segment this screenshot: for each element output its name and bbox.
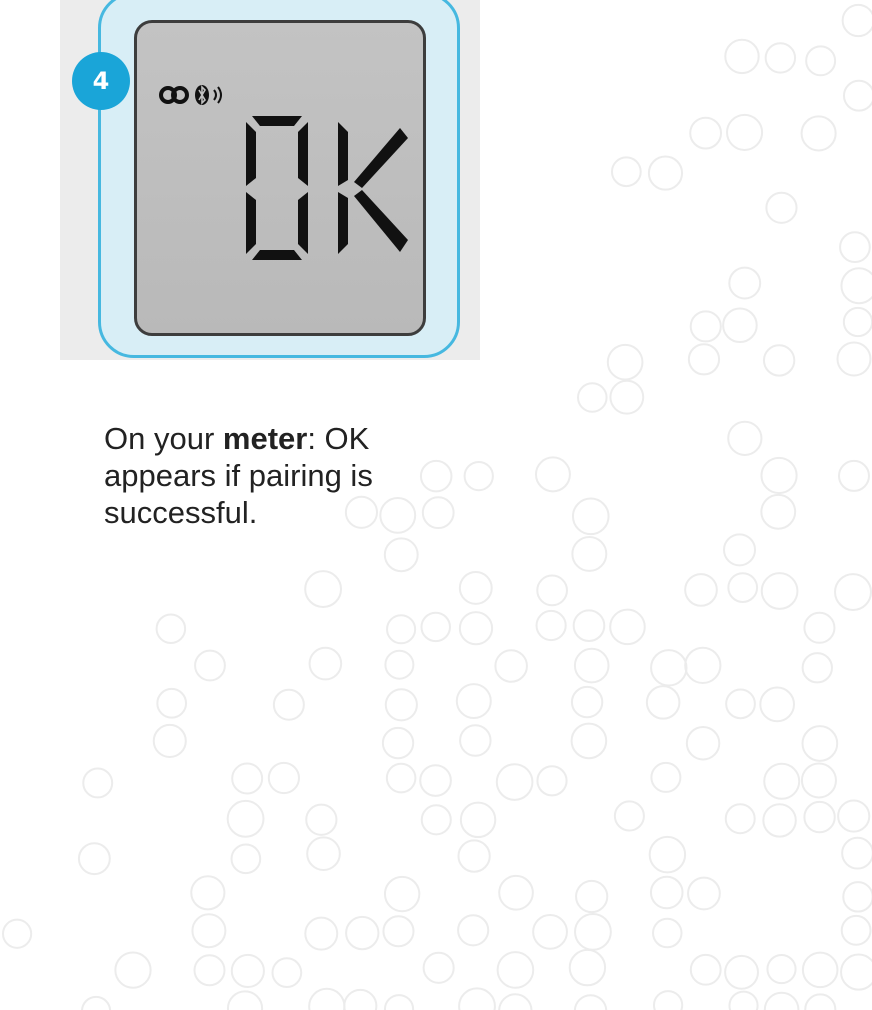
segment-o-left-lower <box>246 192 256 254</box>
segment-o-top <box>252 116 302 126</box>
link-icon <box>159 86 189 104</box>
signal-icon <box>213 86 222 104</box>
caption-emphasis: meter <box>222 421 308 456</box>
segment-k-upper-diagonal <box>354 128 408 188</box>
caption-prefix: On your <box>104 421 223 456</box>
segment-k-left-lower <box>338 192 348 254</box>
segment-o-right-lower <box>298 192 308 254</box>
step-number: 4 <box>92 67 110 95</box>
segment-o-right-upper <box>298 122 308 186</box>
segment-k-left-upper <box>338 122 348 186</box>
segment-o-bottom <box>252 250 302 260</box>
step-badge: 4 <box>72 52 130 110</box>
segment-o-left-upper <box>246 122 256 186</box>
status-icons <box>159 85 222 105</box>
segment-k-lower-diagonal <box>354 190 408 252</box>
lcd-readout <box>246 116 408 260</box>
bluetooth-icon <box>195 85 209 105</box>
instruction-caption: On your meter: OK appears if pairing is … <box>104 420 404 531</box>
